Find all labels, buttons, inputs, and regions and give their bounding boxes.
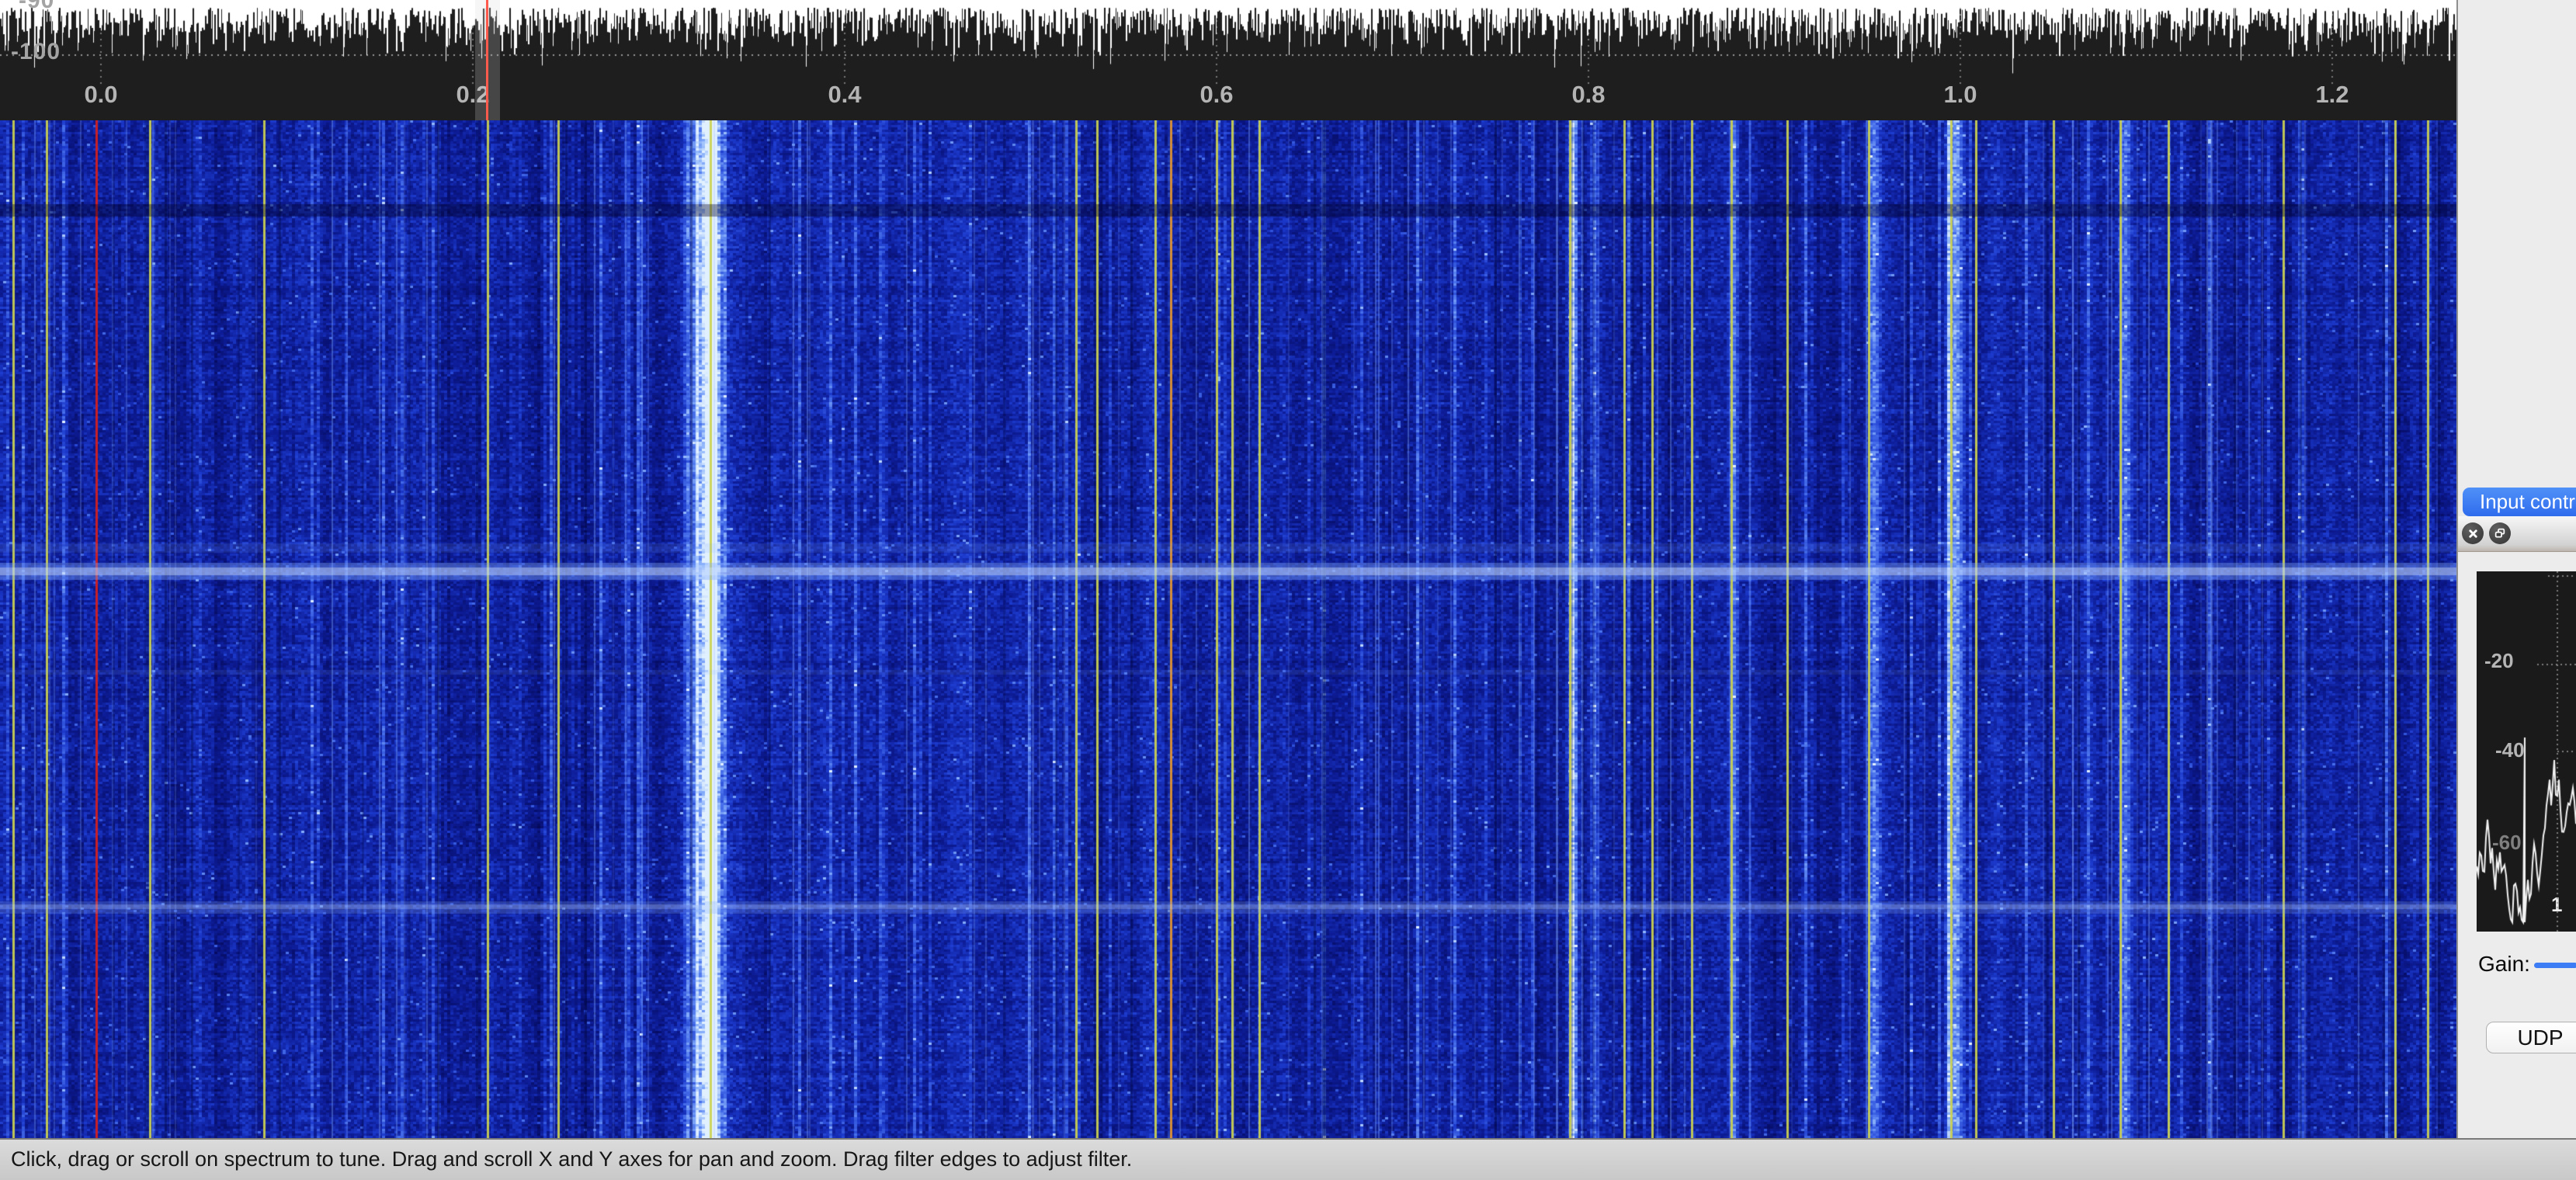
status-message: Click, drag or scroll on spectrum to tun… bbox=[11, 1140, 1132, 1178]
freq-tick-label: 0.4 bbox=[810, 81, 880, 109]
status-bar: Click, drag or scroll on spectrum to tun… bbox=[0, 1138, 2576, 1180]
spectrum-plot: -90 -100 0.0 0.2 0.4 0.6 0.8 1.0 1.2 bbox=[0, 0, 2456, 120]
db-axis-label: -100 bbox=[11, 39, 61, 65]
sdr-app-window: -90 -100 0.0 0.2 0.4 0.6 0.8 1.0 1.2 Inp… bbox=[0, 0, 2576, 1180]
close-icon bbox=[2467, 528, 2479, 540]
input-control-tab-label: Input contr bbox=[2480, 490, 2575, 513]
freq-tick-label: 0.6 bbox=[1182, 81, 1252, 109]
freq-tick-label: 1.0 bbox=[1925, 81, 1995, 109]
input-spectrum-plot: -20 -40 -60 1 bbox=[2477, 571, 2576, 932]
mini-spectrum-canvas bbox=[2477, 571, 2576, 932]
input-control-tab[interactable]: Input contr bbox=[2463, 488, 2576, 516]
freq-tick-label: 0.8 bbox=[1554, 81, 1623, 109]
panel-toolbar bbox=[2458, 516, 2576, 552]
waterfall-display[interactable] bbox=[0, 120, 2456, 1138]
gain-slider[interactable] bbox=[2534, 963, 2576, 968]
tuning-indicator[interactable] bbox=[486, 0, 488, 120]
close-button[interactable] bbox=[2462, 522, 2484, 544]
gain-label: Gain: bbox=[2478, 952, 2530, 977]
udp-button[interactable]: UDP bbox=[2486, 1022, 2576, 1053]
freq-tick-label: 1.2 bbox=[2297, 81, 2367, 109]
db-axis-label: -90 bbox=[19, 0, 54, 14]
restore-button[interactable] bbox=[2489, 522, 2511, 544]
freq-tick-label: 0.0 bbox=[66, 81, 136, 109]
restore-windows-icon bbox=[2494, 527, 2506, 540]
input-control-panel: Input contr -20 -40 -60 1 Gain bbox=[2456, 0, 2576, 1138]
